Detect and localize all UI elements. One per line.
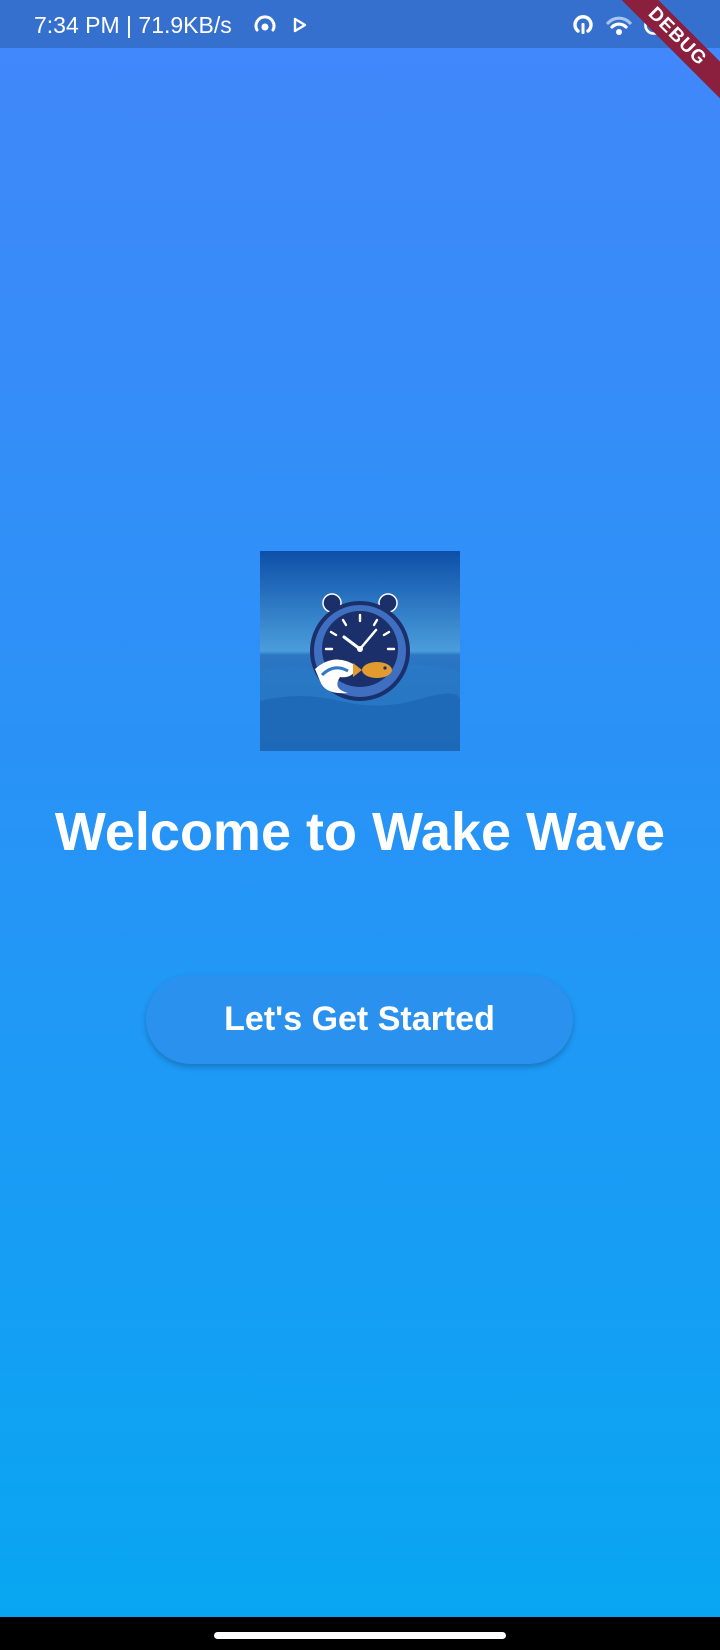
data-saver-icon	[572, 13, 594, 37]
status-bar: 7:34 PM | 71.9KB/s	[0, 0, 720, 48]
home-gesture-handle[interactable]	[214, 1632, 506, 1639]
welcome-title: Welcome to Wake Wave	[54, 802, 666, 862]
navigation-bar	[0, 1617, 720, 1650]
play-store-icon	[292, 16, 308, 34]
get-started-button[interactable]: Let's Get Started	[146, 975, 573, 1064]
status-time: 7:34 PM | 71.9KB/s	[34, 12, 232, 38]
status-notification-icons	[252, 13, 308, 37]
wifi-icon	[606, 13, 632, 37]
hotspot-icon	[252, 13, 278, 37]
welcome-screen: 7:34 PM | 71.9KB/s DEBUG Welcome to Wake…	[0, 0, 720, 1650]
alarm-clock-wave-logo-icon	[260, 551, 460, 751]
